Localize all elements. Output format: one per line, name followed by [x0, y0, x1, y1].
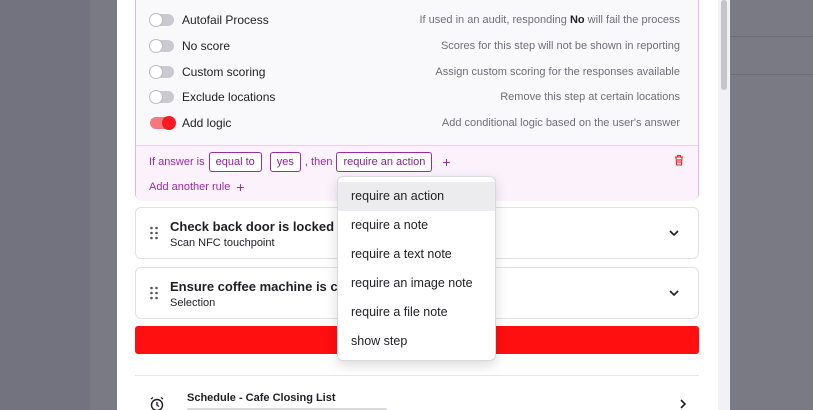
scrollbar-thumb[interactable]: [721, 0, 727, 90]
trash-icon[interactable]: [674, 154, 684, 166]
step-title: Ensure coffee machine is cle: [170, 279, 349, 294]
if-answer-label: If answer is: [149, 156, 205, 168]
no-score-toggle[interactable]: [149, 39, 174, 53]
option-label: Autofail Process: [182, 13, 269, 27]
add-another-rule-button[interactable]: Add another rule +: [149, 179, 245, 195]
option-label: No score: [182, 39, 231, 53]
option-description: Assign custom scoring for the responses …: [435, 66, 680, 78]
dropdown-item-require-note[interactable]: require a note: [338, 211, 495, 240]
option-exclude-locations: Exclude locations Remove this step at ce…: [149, 87, 680, 107]
operator-select[interactable]: equal to: [208, 152, 262, 172]
chevron-right-icon[interactable]: [679, 398, 687, 410]
answer-value-select[interactable]: yes: [269, 152, 301, 172]
schedule-row[interactable]: Schedule - Cafe Closing List: [135, 375, 699, 410]
dropdown-item-require-image-note[interactable]: require an image note: [338, 269, 495, 298]
option-label: Custom scoring: [182, 65, 266, 79]
plus-icon: +: [236, 179, 245, 195]
add-logic-toggle[interactable]: [150, 116, 176, 130]
logic-rule: If answer is equal to yes , then require…: [149, 152, 451, 172]
step-title: Check back door is locked: [170, 219, 335, 234]
exclude-locations-toggle[interactable]: [149, 90, 174, 104]
chevron-down-icon[interactable]: [668, 228, 680, 238]
dropdown-item-require-text-note[interactable]: require a text note: [338, 240, 495, 269]
option-description: Remove this step at certain locations: [500, 91, 680, 103]
dropdown-item-show-step[interactable]: show step: [338, 327, 495, 356]
option-label: Exclude locations: [182, 90, 276, 104]
option-description: If used in an audit, responding No will …: [419, 14, 681, 26]
option-custom-scoring: Custom scoring Assign custom scoring for…: [149, 62, 680, 82]
step-subtitle: Selection: [170, 297, 216, 309]
option-autofail: Autofail Process If used in an audit, re…: [149, 10, 681, 30]
option-description: Add conditional logic based on the user'…: [441, 117, 680, 129]
step-config-panel: Autofail Process If used in an audit, re…: [135, 0, 699, 201]
action-select[interactable]: require an action: [336, 152, 433, 172]
autofail-toggle[interactable]: [149, 13, 174, 27]
custom-scoring-toggle[interactable]: [149, 65, 174, 79]
option-label: Add logic: [182, 116, 232, 130]
action-dropdown-menu: require an action require a note require…: [337, 176, 496, 361]
drag-handle-icon[interactable]: [149, 286, 159, 300]
step-subtitle: Scan NFC touchpoint: [170, 237, 275, 249]
drag-handle-icon[interactable]: [149, 226, 159, 240]
option-no-score: No score Scores for this step will not b…: [149, 36, 680, 56]
option-add-logic: Add logic Add conditional logic based on…: [150, 113, 680, 133]
dropdown-item-require-file-note[interactable]: require a file note: [338, 298, 495, 327]
alarm-clock-icon: [150, 396, 164, 410]
option-description: Scores for this step will not be shown i…: [440, 40, 680, 52]
chevron-down-icon[interactable]: [668, 288, 680, 298]
schedule-title: Schedule - Cafe Closing List: [187, 392, 336, 404]
dropdown-item-require-action[interactable]: require an action: [338, 182, 495, 211]
add-rule-label: Add another rule: [149, 181, 231, 193]
then-label: , then: [304, 156, 333, 168]
add-action-plus-icon[interactable]: +: [442, 154, 450, 170]
